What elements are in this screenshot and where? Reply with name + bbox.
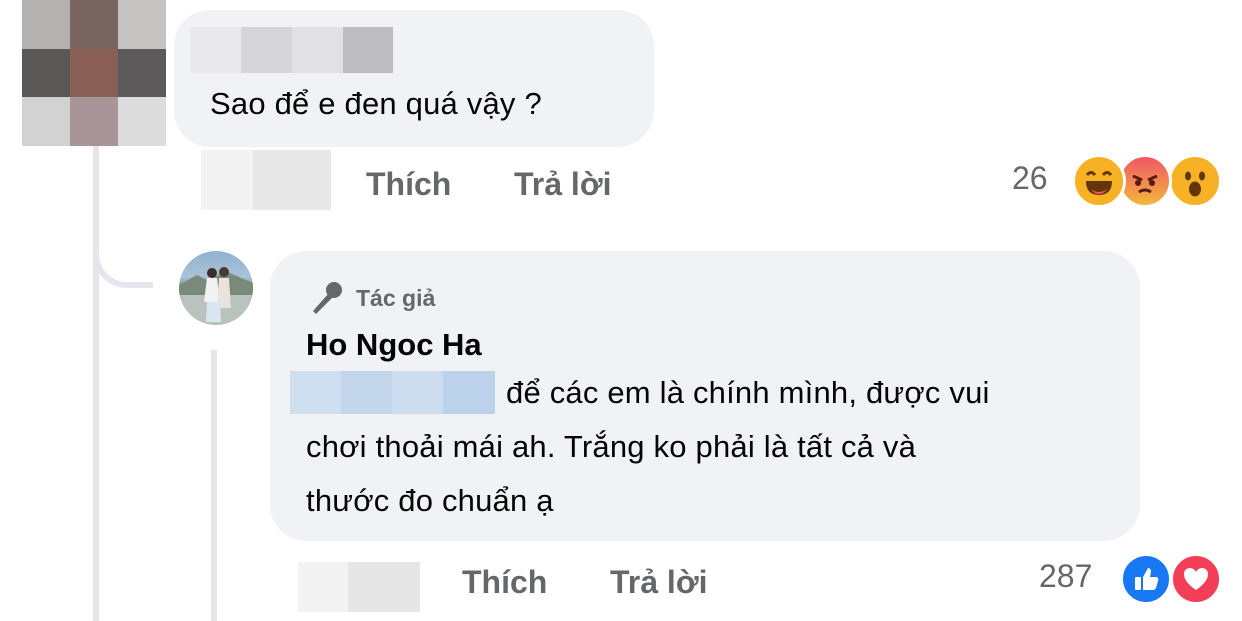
avatar-photo	[179, 267, 253, 325]
author-avatar[interactable]	[179, 251, 253, 325]
comment-bubble: Sao để e đen quá vậy ?	[174, 10, 654, 147]
haha-icon	[1072, 154, 1126, 208]
reaction-icons[interactable]	[1072, 154, 1222, 208]
reply-text-line3: thước đo chuẩn ạ	[306, 483, 554, 518]
reply-bubble: Tác giả Ho Ngoc Ha để các em là chính mì…	[270, 251, 1140, 541]
author-badge-label: Tác giả	[356, 284, 436, 311]
angry-icon	[1118, 154, 1172, 208]
timestamp-blurred[interactable]	[201, 150, 331, 210]
reply-text-line1: để các em là chính mình, được vui	[506, 375, 990, 410]
like-icon	[1120, 553, 1172, 605]
like-button[interactable]: Thích	[366, 166, 451, 203]
commenter-name-blurred[interactable]	[190, 27, 393, 73]
author-name[interactable]: Ho Ngoc Ha	[306, 327, 482, 363]
reply-reply-button[interactable]: Trả lời	[610, 564, 707, 601]
thread-line-main	[93, 146, 99, 621]
avatar-censored[interactable]	[22, 0, 166, 146]
reply-reaction-count[interactable]: 287	[1039, 558, 1092, 595]
reaction-count[interactable]: 26	[1012, 160, 1048, 197]
wow-icon	[1168, 154, 1222, 208]
reply-text-line2: chơi thoải mái ah. Trắng ko phải là tất …	[306, 429, 917, 464]
author-badge: Tác giả	[308, 279, 435, 317]
thread-line-reply	[211, 350, 217, 621]
reply-reaction-icons[interactable]	[1120, 553, 1224, 605]
reply-like-button[interactable]: Thích	[462, 564, 547, 601]
love-icon	[1170, 553, 1222, 605]
reply-timestamp-blurred[interactable]	[298, 562, 420, 612]
microphone-icon	[313, 282, 342, 314]
reply-mention-blurred[interactable]	[290, 371, 495, 414]
thread-curve	[93, 230, 153, 288]
reply-button[interactable]: Trả lời	[514, 166, 611, 203]
comment-text: Sao để e đen quá vậy ?	[210, 86, 542, 121]
